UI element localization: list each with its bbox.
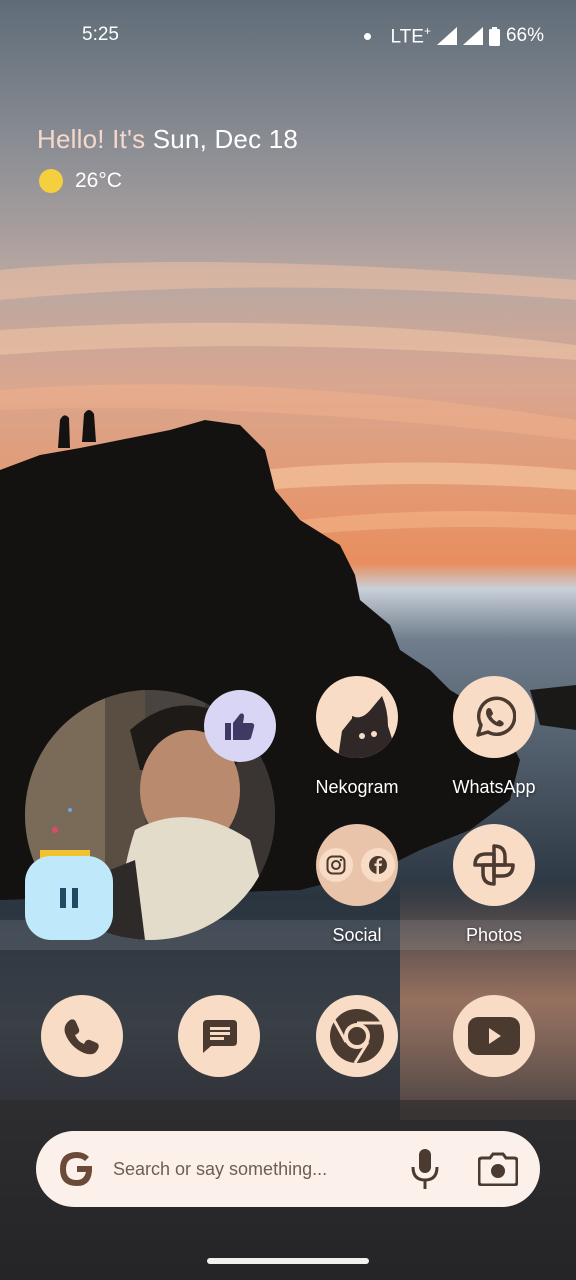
date-text: Sun, Dec 18 — [152, 124, 299, 154]
folder-icon — [316, 824, 398, 906]
battery-percent: 66% — [505, 25, 544, 47]
battery-icon — [488, 26, 500, 46]
app-whatsapp[interactable]: WhatsApp — [424, 676, 564, 798]
dock-phone[interactable] — [12, 995, 152, 1077]
dock-messages[interactable] — [149, 995, 289, 1077]
network-type: LTE+ — [390, 24, 431, 48]
at-a-glance-widget[interactable]: Hello! It's Sun, Dec 18 26°C — [37, 124, 298, 193]
pause-icon — [60, 888, 78, 908]
app-label: Nekogram — [315, 777, 399, 797]
thumbs-up-icon — [225, 713, 255, 740]
sun-icon — [39, 169, 63, 193]
status-indicators: LTE+ 66% — [363, 24, 544, 48]
dock-chrome[interactable] — [287, 995, 427, 1077]
app-label: Photos — [465, 925, 523, 945]
search-placeholder: Search or say something... — [113, 1158, 328, 1179]
weather[interactable]: 26°C — [37, 169, 298, 193]
thumbs-up-button[interactable] — [204, 690, 276, 762]
temperature: 26°C — [75, 169, 122, 192]
instagram-icon — [319, 848, 353, 882]
lens-icon[interactable] — [478, 1152, 518, 1186]
facebook-icon — [361, 848, 395, 882]
app-label: Social — [332, 925, 382, 945]
search-bar[interactable]: Search or say something... — [36, 1131, 540, 1207]
phone-icon — [41, 995, 123, 1077]
mic-icon[interactable] — [408, 1149, 442, 1189]
folder-social[interactable]: Social — [287, 824, 427, 946]
nekogram-cat-icon — [316, 676, 398, 758]
navigation-handle[interactable] — [207, 1258, 369, 1264]
app-nekogram[interactable]: Nekogram — [287, 676, 427, 798]
status-bar: 5:25 LTE+ 66% — [0, 0, 576, 70]
pause-button[interactable] — [25, 856, 113, 940]
chrome-icon — [316, 995, 398, 1077]
signal-icon — [436, 27, 457, 46]
greeting-date[interactable]: Hello! It's Sun, Dec 18 — [37, 124, 298, 155]
google-g-icon — [60, 1152, 93, 1186]
whatsapp-icon — [453, 676, 535, 758]
status-time: 5:25 — [82, 24, 119, 45]
app-label: WhatsApp — [452, 777, 536, 797]
messages-icon — [178, 995, 260, 1077]
photos-pinwheel-icon — [453, 824, 535, 906]
dock-youtube[interactable] — [424, 995, 564, 1077]
app-photos[interactable]: Photos — [424, 824, 564, 946]
notification-dot-icon — [363, 32, 371, 40]
signal-2-icon — [462, 27, 483, 46]
greeting-text: Hello! It's — [37, 124, 146, 154]
youtube-icon — [453, 995, 535, 1077]
